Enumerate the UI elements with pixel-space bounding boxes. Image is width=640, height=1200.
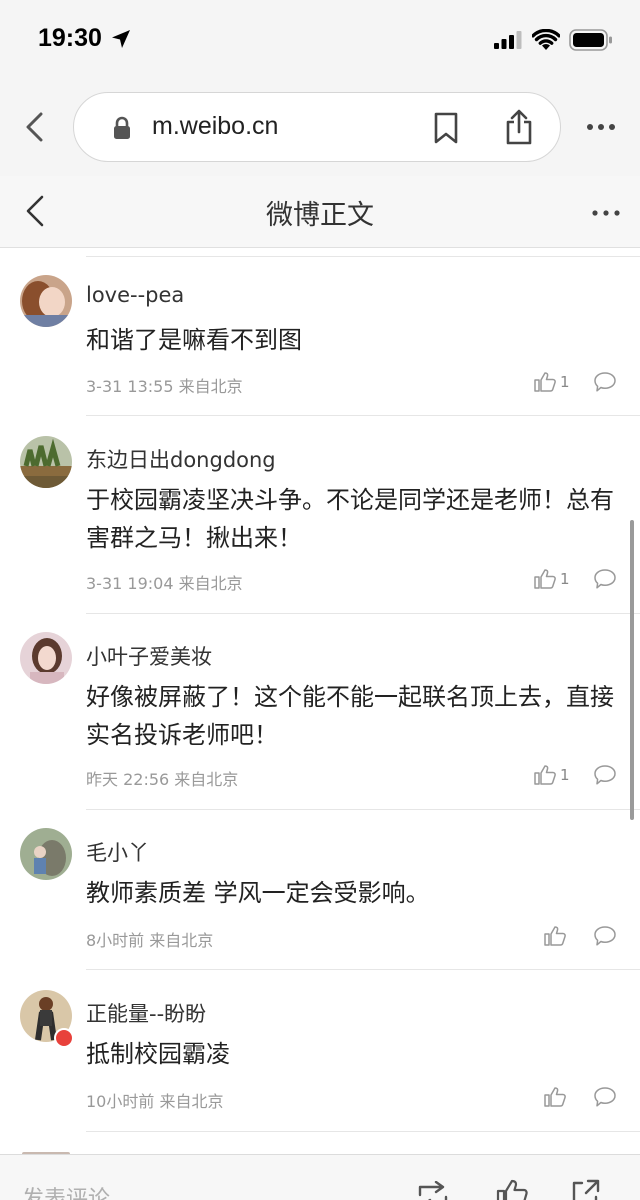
share-icon[interactable] — [504, 109, 534, 145]
bookmark-icon[interactable] — [433, 112, 459, 144]
comment-meta: 8小时前 来自北京 — [86, 931, 214, 950]
divider — [86, 1131, 640, 1132]
address-bar[interactable]: m.weibo.cn — [73, 92, 561, 162]
comment-meta: 10小时前 来自北京 — [86, 1092, 224, 1111]
comment-item: 小叶子爱美妆 好像被屏蔽了！这个能不能一起联名顶上去，直接实名投诉老师吧！ 昨天… — [0, 614, 640, 810]
thumbs-up-icon — [544, 926, 566, 946]
scrollbar[interactable] — [630, 520, 634, 820]
status-time: 19:30 — [38, 24, 102, 52]
comment-meta: 昨天 22:56 来自北京 — [86, 770, 239, 789]
repost-icon[interactable] — [416, 1181, 450, 1200]
bottom-action-bar: 发表评论 — [0, 1154, 640, 1200]
page-title: 微博正文 — [266, 200, 374, 231]
browser-toolbar: m.weibo.cn — [0, 80, 640, 176]
status-bar: 19:30 — [0, 0, 640, 80]
comment-item: 东边日出dongdong 于校园霸凌坚决斗争。不论是同学还是老师！总有害群之马！… — [0, 416, 640, 614]
expand-icon[interactable] — [570, 1179, 600, 1200]
comment-username[interactable]: 小叶子爱美妆 — [86, 641, 212, 671]
comment-username[interactable]: 毛小丫 — [86, 837, 149, 867]
comment-icon[interactable] — [594, 569, 616, 589]
comment-meta: 3-31 13:55 来自北京 — [86, 377, 243, 396]
comment-text: 教师素质差 学风一定会受影响。 — [86, 879, 430, 907]
more-icon[interactable] — [592, 209, 620, 217]
comment-text: 和谐了是嘛看不到图 — [86, 326, 302, 354]
thumbs-up-icon — [534, 372, 556, 392]
browser-back-icon[interactable] — [22, 112, 48, 142]
lock-icon — [114, 116, 130, 139]
like-button[interactable] — [544, 1087, 566, 1107]
comment-item: love--pea 和谐了是嘛看不到图 3-31 13:55 来自北京 1 — [0, 248, 640, 416]
page-header: 微博正文 — [0, 176, 640, 248]
comment-icon[interactable] — [594, 765, 616, 785]
comment-item: 毛小丫 教师素质差 学风一定会受影响。 8小时前 来自北京 — [0, 810, 640, 970]
like-count: 1 — [560, 570, 570, 588]
like-button[interactable]: 1 — [534, 372, 570, 392]
like-count: 1 — [560, 373, 570, 391]
thumbs-up-icon[interactable] — [496, 1179, 528, 1200]
thumbs-up-icon — [534, 765, 556, 785]
more-icon[interactable] — [586, 122, 616, 132]
comment-username[interactable]: 正能量--盼盼 — [86, 998, 206, 1028]
comment-list: love--pea 和谐了是嘛看不到图 3-31 13:55 来自北京 1 东边… — [0, 248, 640, 1154]
like-button[interactable] — [544, 926, 566, 946]
like-button[interactable]: 1 — [534, 569, 570, 589]
comment-username[interactable]: 东边日出dongdong — [86, 444, 276, 474]
thumbs-up-icon — [534, 569, 556, 589]
cellular-signal-icon — [494, 31, 522, 49]
battery-icon — [569, 29, 612, 51]
comment-text: 于校园霸凌坚决斗争。不论是同学还是老师！总有害群之马！揪出来！ — [86, 486, 614, 552]
comment-text: 好像被屏蔽了！这个能不能一起联名顶上去，直接实名投诉老师吧！ — [86, 683, 614, 749]
avatar[interactable] — [20, 275, 72, 327]
comment-input[interactable]: 发表评论 — [22, 1181, 110, 1200]
wifi-icon — [532, 29, 560, 50]
like-button[interactable]: 1 — [534, 765, 570, 785]
comment-icon[interactable] — [594, 1087, 616, 1107]
avatar[interactable] — [20, 828, 72, 880]
avatar[interactable] — [20, 436, 72, 488]
comment-username[interactable]: love--pea — [86, 283, 184, 307]
location-arrow-icon — [112, 30, 130, 48]
vip-badge-icon — [54, 1028, 74, 1048]
url-text: m.weibo.cn — [152, 112, 279, 140]
like-count: 1 — [560, 766, 570, 784]
comment-meta: 3-31 19:04 来自北京 — [86, 574, 243, 593]
comment-icon[interactable] — [594, 926, 616, 946]
comment-icon[interactable] — [594, 372, 616, 392]
thumbs-up-icon — [544, 1087, 566, 1107]
comment-item: 正能量--盼盼 抵制校园霸凌 10小时前 来自北京 — [0, 970, 640, 1132]
avatar[interactable] — [20, 632, 72, 684]
comment-text: 抵制校园霸凌 — [86, 1040, 230, 1068]
